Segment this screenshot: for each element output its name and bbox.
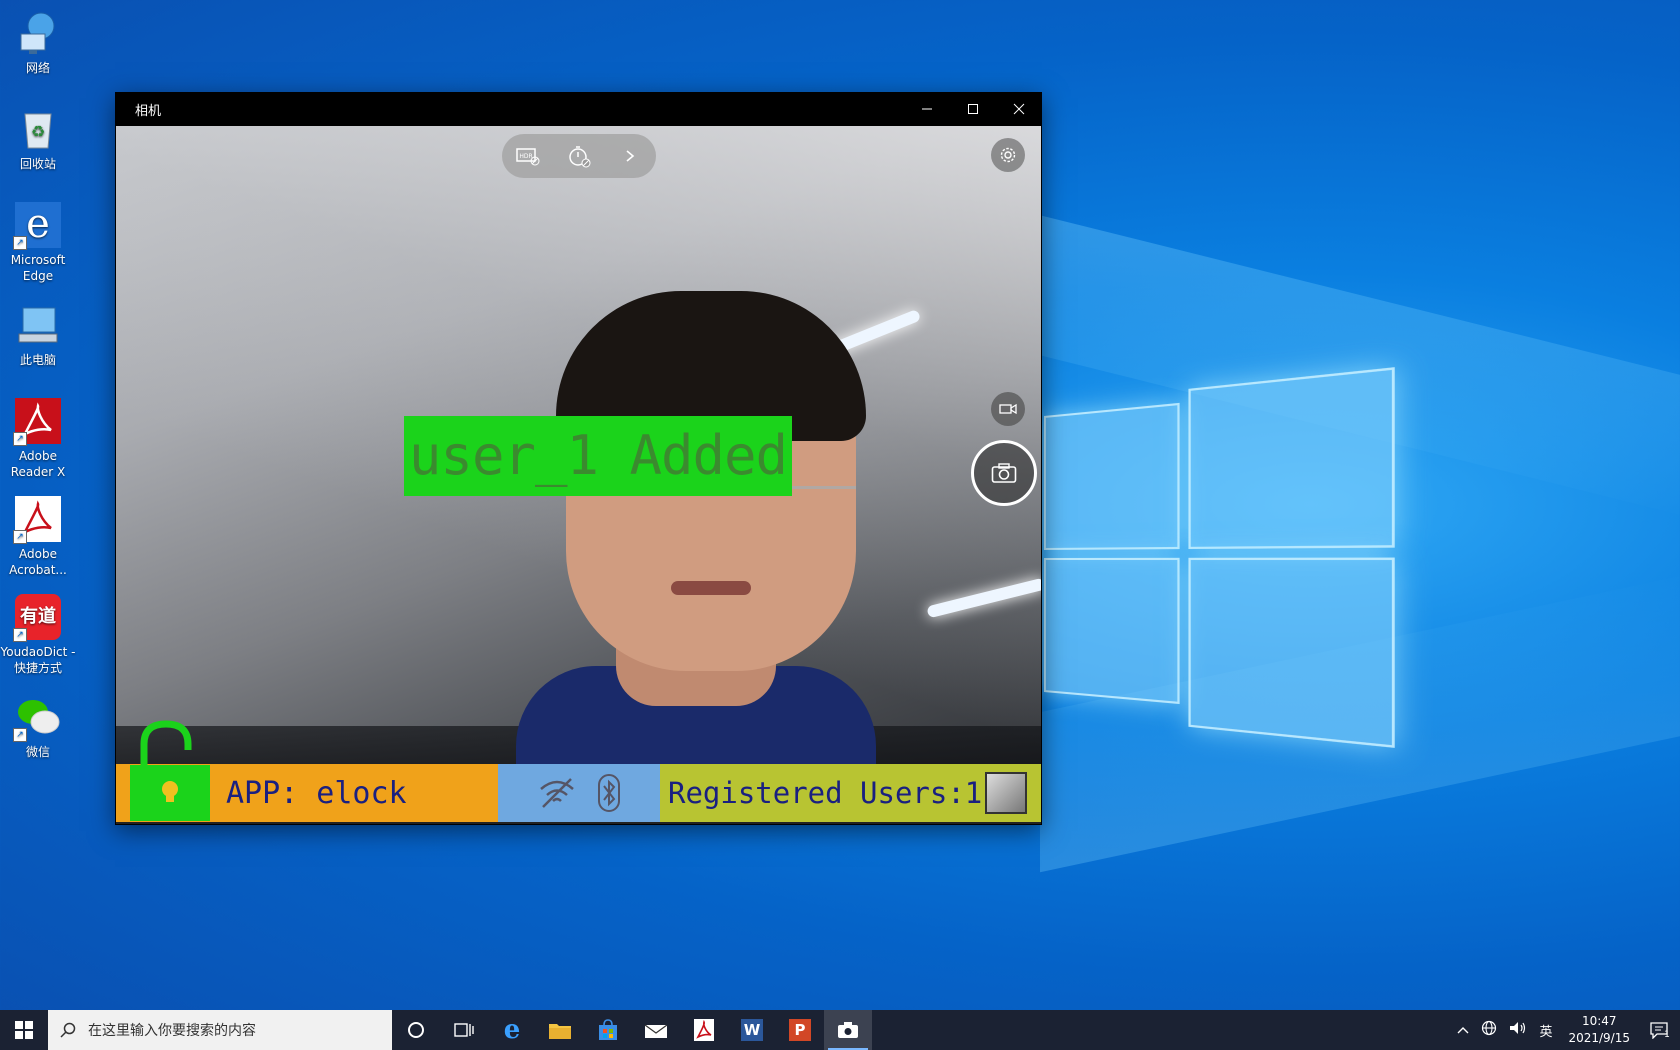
close-button[interactable] <box>996 92 1042 126</box>
adobe-acrobat-icon: ↗ <box>13 496 61 544</box>
status-bar-border <box>116 822 1041 824</box>
taskbar-file-explorer[interactable] <box>536 1010 584 1050</box>
youdao-icon: 有道 ↗ <box>13 594 61 642</box>
desktop-icon-label: 回收站 <box>19 157 56 171</box>
windows-logo-wallpaper <box>1044 367 1395 752</box>
wechat-icon: ↗ <box>13 694 61 742</box>
camera-viewfinder[interactable]: user_1 Added HDR APP: elock Registered U… <box>116 126 1041 824</box>
taskbar: 在这里输入你要搜索的内容 e W P 英 10:47 2021/9/15 1 <box>0 1010 1680 1050</box>
camera-icon <box>838 1022 858 1038</box>
user-added-overlay: user_1 Added <box>404 416 792 496</box>
user-thumbnail <box>985 772 1027 814</box>
gear-icon <box>1000 147 1016 163</box>
minimize-button[interactable] <box>904 92 950 126</box>
this-pc-icon <box>15 302 61 348</box>
clock-time: 10:47 <box>1581 1014 1617 1028</box>
settings-button[interactable] <box>991 138 1025 172</box>
start-button[interactable] <box>0 1010 48 1050</box>
users-panel: Registered Users:1 <box>660 764 1041 822</box>
svg-text:♻: ♻ <box>31 122 45 141</box>
connectivity-panel <box>498 764 660 822</box>
mail-icon <box>644 1024 668 1038</box>
notification-count-badge: 1 <box>1664 1030 1670 1040</box>
search-icon <box>48 1022 88 1038</box>
recycle-bin-icon: ♻ <box>15 106 61 152</box>
window-title: 相机 <box>135 103 162 119</box>
taskbar-word[interactable]: W <box>728 1010 776 1050</box>
powerpoint-icon: P <box>789 1019 811 1041</box>
unlocked-padlock-icon <box>140 720 192 776</box>
registered-users-label: Registered Users:1 <box>668 776 983 810</box>
desktop-icon-youdao[interactable]: 有道 ↗ YoudaoDict - 快捷方式 <box>0 594 76 676</box>
video-mode-button[interactable] <box>991 392 1025 426</box>
acrobat-icon <box>694 1019 714 1041</box>
clock[interactable]: 10:47 2021/9/15 <box>1558 1013 1640 1047</box>
title-bar[interactable]: 相机 <box>115 92 1042 126</box>
taskbar-powerpoint[interactable]: P <box>776 1010 824 1050</box>
chevron-right-icon[interactable] <box>616 142 644 170</box>
take-photo-button[interactable] <box>971 440 1037 506</box>
search-placeholder: 在这里输入你要搜索的内容 <box>88 1023 256 1039</box>
chevron-up-icon <box>1457 1026 1469 1033</box>
wifi-off-icon <box>540 778 574 808</box>
camera-window: 相机 user_1 Added HDR APP: elock Registere… <box>115 92 1042 825</box>
taskbar-mail[interactable] <box>632 1010 680 1050</box>
action-center-button[interactable]: 1 <box>1640 1010 1680 1050</box>
task-view-button[interactable] <box>440 1010 488 1050</box>
task-view-icon <box>454 1023 474 1037</box>
desktop-icon-label: Microsoft Edge <box>10 253 66 283</box>
desktop-icon-label: 微信 <box>25 745 50 759</box>
adobe-reader-icon: ↗ <box>13 398 61 446</box>
system-tray: 英 10:47 2021/9/15 1 <box>1451 1010 1680 1050</box>
person-mouth <box>671 581 751 595</box>
hdr-off-icon[interactable]: HDR <box>514 142 542 170</box>
desktop-icon-edge[interactable]: e ↗ Microsoft Edge <box>0 202 76 284</box>
elock-status-bar: APP: elock Registered Users:1 <box>116 764 1041 822</box>
input-method-indicator[interactable]: 英 <box>1533 1021 1558 1040</box>
desktop-icon-wechat[interactable]: ↗ 微信 <box>0 694 76 760</box>
desktop-icon-adobe-acrobat[interactable]: ↗ Adobe Acrobat... <box>0 496 76 578</box>
network-tray-button[interactable] <box>1475 1020 1503 1040</box>
cortana-icon <box>408 1022 424 1038</box>
desktop-icon-label: 网络 <box>25 61 50 75</box>
desktop-icon-label: 此电脑 <box>19 353 56 367</box>
video-camera-icon <box>999 403 1017 415</box>
speaker-icon <box>1510 1022 1526 1034</box>
volume-tray-button[interactable] <box>1503 1020 1533 1040</box>
desktop-icon-recycle-bin[interactable]: ♻ 回收站 <box>0 106 76 172</box>
desktop-icon-adobe-reader[interactable]: ↗ Adobe Reader X <box>0 398 76 480</box>
taskbar-search-box[interactable]: 在这里输入你要搜索的内容 <box>48 1010 392 1050</box>
taskbar-store[interactable] <box>584 1010 632 1050</box>
show-hidden-icons-button[interactable] <box>1451 1023 1475 1038</box>
windows-icon <box>15 1021 33 1039</box>
desktop-icon-label: YoudaoDict - 快捷方式 <box>0 645 76 675</box>
desktop-icon-label: Adobe Reader X <box>10 449 66 479</box>
taskbar-edge[interactable]: e <box>488 1010 536 1050</box>
cortana-button[interactable] <box>392 1010 440 1050</box>
globe-icon <box>1482 1020 1497 1036</box>
timer-off-icon[interactable] <box>565 142 593 170</box>
svg-text:HDR: HDR <box>519 153 532 160</box>
word-icon: W <box>741 1019 763 1041</box>
taskbar-camera[interactable] <box>824 1010 872 1050</box>
network-icon <box>15 10 61 56</box>
camera-icon <box>991 463 1017 483</box>
taskbar-acrobat[interactable] <box>680 1010 728 1050</box>
desktop-icon-network[interactable]: 网络 <box>0 10 76 76</box>
maximize-button[interactable] <box>950 92 996 126</box>
clock-date: 2021/9/15 <box>1568 1031 1630 1045</box>
camera-toolbar: HDR <box>502 134 656 178</box>
store-icon <box>599 1019 617 1040</box>
bluetooth-icon <box>598 774 620 812</box>
desktop-icon-this-pc[interactable]: 此电脑 <box>0 302 76 368</box>
edge-icon: e ↗ <box>13 202 61 250</box>
youdao-logo-text: 有道 <box>20 606 56 627</box>
folder-icon <box>549 1024 571 1039</box>
edge-icon: e <box>503 1015 521 1045</box>
desktop-icon-label: Adobe Acrobat... <box>9 547 67 577</box>
app-name-label: APP: elock <box>226 775 407 811</box>
